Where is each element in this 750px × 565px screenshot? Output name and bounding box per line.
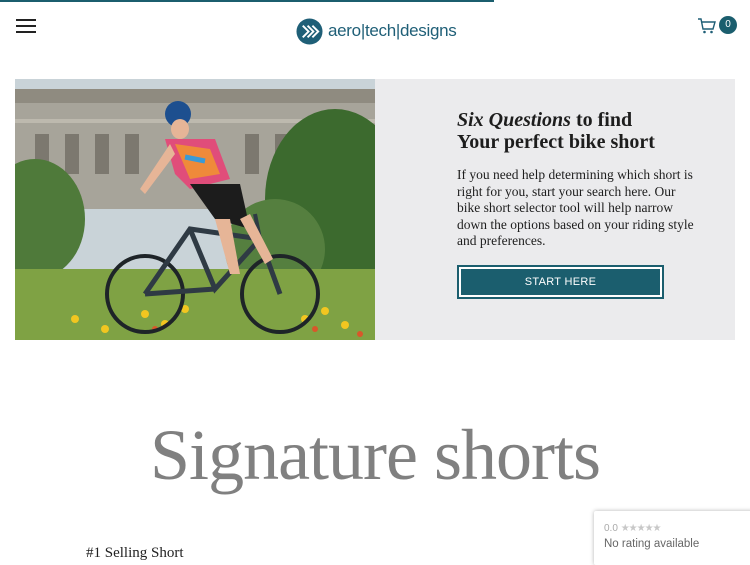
product-label: #1 Selling Short xyxy=(86,545,184,561)
rating-score-line: 0.0 ★★★★★ xyxy=(604,523,662,534)
hamburger-menu-icon[interactable] xyxy=(16,18,36,34)
section-title: Signature shorts xyxy=(150,415,601,495)
hero-title-line2: Your perfect bike short xyxy=(457,131,655,153)
hero-title-rest: to find xyxy=(570,109,633,131)
cart-count-badge: 0 xyxy=(719,16,737,34)
logo-mark-icon xyxy=(296,17,323,45)
google-rating-widget[interactable]: 0.0 ★★★★★ No rating available xyxy=(594,511,750,565)
rating-score: 0.0 xyxy=(604,523,618,534)
rating-status: No rating available xyxy=(604,538,700,550)
start-here-button[interactable]: START HERE xyxy=(457,265,664,299)
hero-body-text: If you need help determining which short… xyxy=(457,167,694,248)
hero-title: Six Questions to find Your perfect bike … xyxy=(457,109,697,153)
page-load-progress-bar xyxy=(0,0,494,2)
site-logo[interactable]: aero|tech|designs xyxy=(296,17,457,45)
shopping-cart-icon xyxy=(698,18,716,34)
rating-stars-icon: ★★★★★ xyxy=(620,523,662,534)
hero-banner: Six Questions to find Your perfect bike … xyxy=(15,79,735,340)
cyclist-photo xyxy=(15,79,375,340)
hero-copy: Six Questions to find Your perfect bike … xyxy=(457,109,697,250)
hero-title-italic: Six Questions xyxy=(457,109,571,131)
logo-text: aero|tech|designs xyxy=(328,21,457,40)
cart-button[interactable]: 0 xyxy=(697,15,741,37)
